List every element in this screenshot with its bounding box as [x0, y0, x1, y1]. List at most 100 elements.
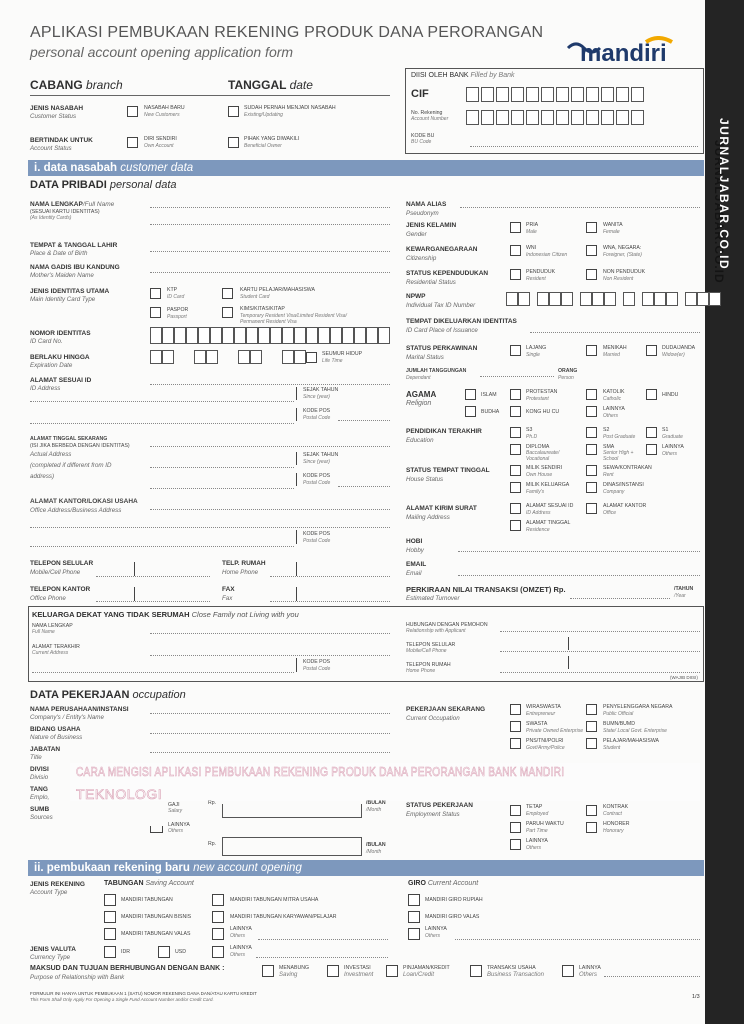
s2-checkbox[interactable]	[586, 427, 597, 438]
acct-cells-cell[interactable]	[601, 110, 614, 125]
npwp-cells-cell[interactable]	[549, 292, 561, 306]
cif-cells-cell[interactable]	[571, 87, 584, 102]
npwp-cells-cell[interactable]	[697, 292, 709, 306]
npwp-cells-cell[interactable]	[709, 292, 721, 306]
contract-checkbox[interactable]	[586, 805, 597, 816]
lifetime-checkbox[interactable]	[306, 352, 317, 363]
entrepreneur-checkbox[interactable]	[510, 704, 521, 715]
tabungan-other-field[interactable]	[258, 939, 388, 940]
id-address-field[interactable]	[150, 384, 390, 385]
family-house-checkbox[interactable]	[510, 482, 521, 493]
bu-code-field[interactable]	[470, 146, 698, 147]
single-checkbox[interactable]	[510, 345, 521, 356]
tabungan-karyawan-checkbox[interactable]	[212, 911, 224, 923]
purpose-business-checkbox[interactable]	[470, 965, 482, 977]
usd-checkbox[interactable]	[158, 946, 170, 958]
part-time-checkbox[interactable]	[510, 822, 521, 833]
id-issuance-field[interactable]	[530, 332, 700, 333]
company-name-field[interactable]	[150, 713, 390, 714]
honorary-checkbox[interactable]	[586, 822, 597, 833]
id-cells-cell[interactable]	[150, 327, 162, 344]
education-other-checkbox[interactable]	[646, 444, 657, 455]
email-field[interactable]	[458, 575, 700, 576]
cif-cells-cell[interactable]	[631, 87, 644, 102]
acct-cells-cell[interactable]	[526, 110, 539, 125]
salary-field[interactable]	[222, 804, 362, 818]
widow-checkbox[interactable]	[646, 345, 657, 356]
exp-cells-cell[interactable]	[206, 350, 218, 364]
id-cells-cell[interactable]	[294, 327, 306, 344]
giro-other-checkbox[interactable]	[408, 928, 420, 940]
other-income-field[interactable]	[222, 837, 362, 856]
idr-checkbox[interactable]	[104, 946, 116, 958]
religion-other-checkbox[interactable]	[586, 406, 597, 417]
id-cells-cell[interactable]	[234, 327, 246, 344]
student-checkbox[interactable]	[586, 738, 597, 749]
mail-residence-checkbox[interactable]	[510, 520, 521, 531]
purpose-other-checkbox[interactable]	[562, 965, 574, 977]
acct-cells-cell[interactable]	[481, 110, 494, 125]
new-customer-checkbox[interactable]	[127, 106, 138, 117]
id-cells-cell[interactable]	[354, 327, 366, 344]
exp-cells-cell[interactable]	[250, 350, 262, 364]
business-nature-field[interactable]	[150, 733, 390, 734]
job-title-field[interactable]	[150, 752, 390, 753]
tabungan-other-checkbox[interactable]	[212, 928, 224, 940]
alias-field[interactable]	[460, 207, 700, 208]
other-income-checkbox[interactable]	[150, 826, 163, 833]
hindu-checkbox[interactable]	[646, 389, 657, 400]
currency-other-checkbox[interactable]	[212, 946, 224, 958]
exp-cells-cell[interactable]	[282, 350, 294, 364]
exp-cells-cell[interactable]	[162, 350, 174, 364]
catholic-checkbox[interactable]	[586, 389, 597, 400]
protestant-checkbox[interactable]	[510, 389, 521, 400]
acct-cells-cell[interactable]	[586, 110, 599, 125]
office-address-field-3[interactable]	[30, 546, 294, 547]
passport-checkbox[interactable]	[150, 307, 161, 318]
acct-cells-cell[interactable]	[571, 110, 584, 125]
id-cells-cell[interactable]	[330, 327, 342, 344]
family-home-phone-field[interactable]	[500, 672, 700, 673]
family-mobile-field[interactable]	[500, 651, 700, 652]
purpose-investment-checkbox[interactable]	[327, 965, 339, 977]
id-address-field-3[interactable]	[30, 423, 294, 424]
id-cells-cell[interactable]	[246, 327, 258, 344]
exp-cells-cell[interactable]	[150, 350, 162, 364]
family-name-field[interactable]	[150, 633, 390, 634]
id-cells-cell[interactable]	[162, 327, 174, 344]
foreigner-checkbox[interactable]	[586, 245, 597, 256]
mother-maiden-name-field[interactable]	[150, 272, 390, 273]
giro-rupiah-checkbox[interactable]	[408, 894, 420, 906]
public-official-checkbox[interactable]	[586, 704, 597, 715]
state-enterprise-checkbox[interactable]	[586, 721, 597, 732]
npwp-cells-cell[interactable]	[506, 292, 518, 306]
office-phone-field[interactable]	[96, 601, 210, 602]
id-address-field-2[interactable]	[30, 401, 294, 402]
id-cells-cell[interactable]	[318, 327, 330, 344]
govt-employee-checkbox[interactable]	[510, 738, 521, 749]
npwp-cells-cell[interactable]	[654, 292, 666, 306]
purpose-loan-checkbox[interactable]	[386, 965, 398, 977]
purpose-saving-checkbox[interactable]	[262, 965, 274, 977]
npwp-cells-cell[interactable]	[580, 292, 592, 306]
exp-cells-cell[interactable]	[294, 350, 306, 364]
birth-place-date-field[interactable]	[150, 251, 390, 252]
exp-cells-cell[interactable]	[238, 350, 250, 364]
npwp-cells-cell[interactable]	[623, 292, 635, 306]
actual-address-field[interactable]	[150, 446, 390, 447]
resident-checkbox[interactable]	[510, 269, 521, 280]
beneficial-owner-checkbox[interactable]	[228, 137, 239, 148]
cif-cells-cell[interactable]	[511, 87, 524, 102]
tabungan-valas-checkbox[interactable]	[104, 928, 116, 940]
cif-cells-cell[interactable]	[496, 87, 509, 102]
actual-address-field-3[interactable]	[150, 488, 294, 489]
married-checkbox[interactable]	[586, 345, 597, 356]
mobile-phone-field[interactable]	[96, 576, 210, 577]
actual-address-field-2[interactable]	[150, 467, 294, 468]
cif-cells-cell[interactable]	[586, 87, 599, 102]
cif-cells-cell[interactable]	[466, 87, 479, 102]
npwp-cells-cell[interactable]	[561, 292, 573, 306]
student-card-checkbox[interactable]	[222, 288, 233, 299]
cif-cells-cell[interactable]	[541, 87, 554, 102]
diploma-checkbox[interactable]	[510, 444, 521, 455]
